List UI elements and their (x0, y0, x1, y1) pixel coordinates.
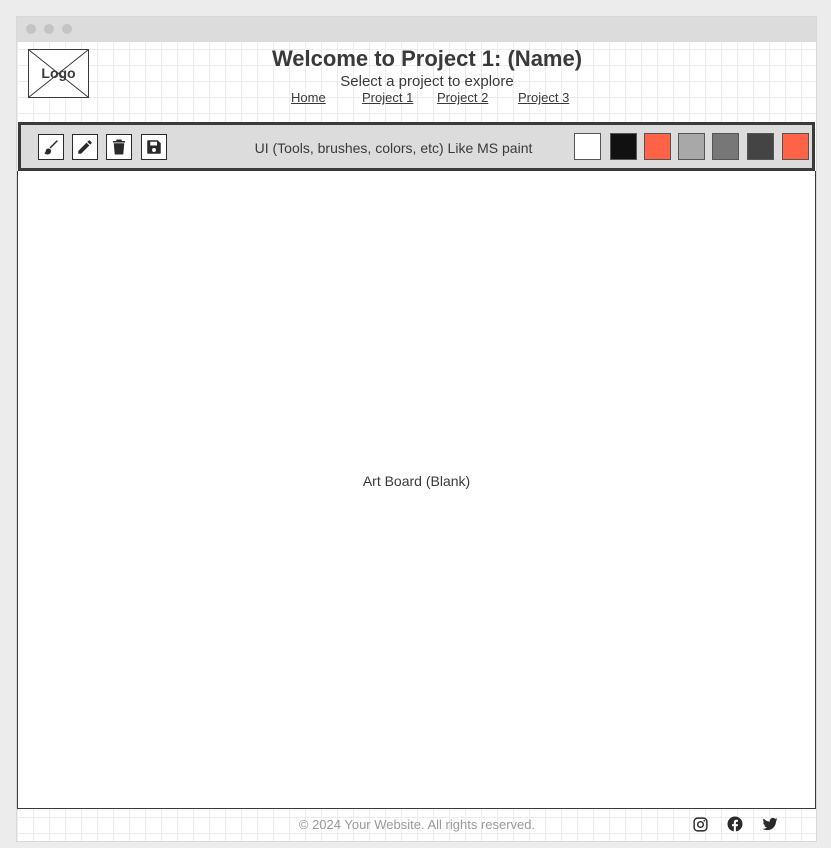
page-subtitle: Select a project to explore (340, 73, 514, 90)
nav-link-project-3[interactable]: Project 3 (518, 90, 569, 105)
footer-copyright: © 2024 Your Website. All rights reserved… (298, 817, 536, 832)
color-swatch-tomato[interactable] (644, 133, 671, 160)
pencil-icon (78, 140, 92, 154)
toolbar-label: UI (Tools, brushes, colors, etc) Like MS… (254, 140, 533, 156)
facebook-link[interactable] (725, 814, 745, 834)
facebook-icon (727, 816, 743, 832)
color-swatch-white[interactable] (574, 133, 601, 160)
color-swatch-black[interactable] (610, 133, 637, 160)
instagram-link[interactable] (690, 814, 710, 834)
window-maximize-dot[interactable] (62, 24, 72, 34)
window-close-dot[interactable] (26, 24, 36, 34)
logo-text: Logo (41, 65, 76, 81)
nav-link-home[interactable]: Home (291, 90, 326, 105)
color-swatch-light-gray[interactable] (678, 133, 705, 160)
twitter-icon (762, 817, 778, 831)
logo-placeholder[interactable]: Logo (28, 49, 89, 98)
instagram-icon (692, 816, 708, 832)
save-tool-button[interactable] (141, 134, 167, 160)
twitter-link[interactable] (760, 814, 780, 834)
pencil-tool-button[interactable] (72, 134, 98, 160)
art-board[interactable]: Art Board (Blank) (17, 171, 816, 809)
color-swatch-dark-gray[interactable] (747, 133, 774, 160)
color-swatch-tomato-2[interactable] (782, 133, 809, 160)
brush-icon (44, 140, 58, 155)
save-icon (147, 140, 161, 154)
trash-icon (113, 139, 125, 155)
art-board-label: Art Board (Blank) (362, 473, 471, 489)
nav-link-project-2[interactable]: Project 2 (437, 90, 488, 105)
nav-link-project-1[interactable]: Project 1 (362, 90, 413, 105)
brush-tool-button[interactable] (38, 134, 64, 160)
browser-window: Logo Welcome to Project 1: (Name) Select… (16, 16, 817, 842)
window-titlebar (17, 17, 816, 42)
delete-tool-button[interactable] (106, 134, 132, 160)
window-minimize-dot[interactable] (44, 24, 54, 34)
page-title: Welcome to Project 1: (Name) (271, 46, 583, 71)
paint-toolbar: UI (Tools, brushes, colors, etc) Like MS… (18, 122, 815, 171)
color-swatch-gray[interactable] (712, 133, 739, 160)
